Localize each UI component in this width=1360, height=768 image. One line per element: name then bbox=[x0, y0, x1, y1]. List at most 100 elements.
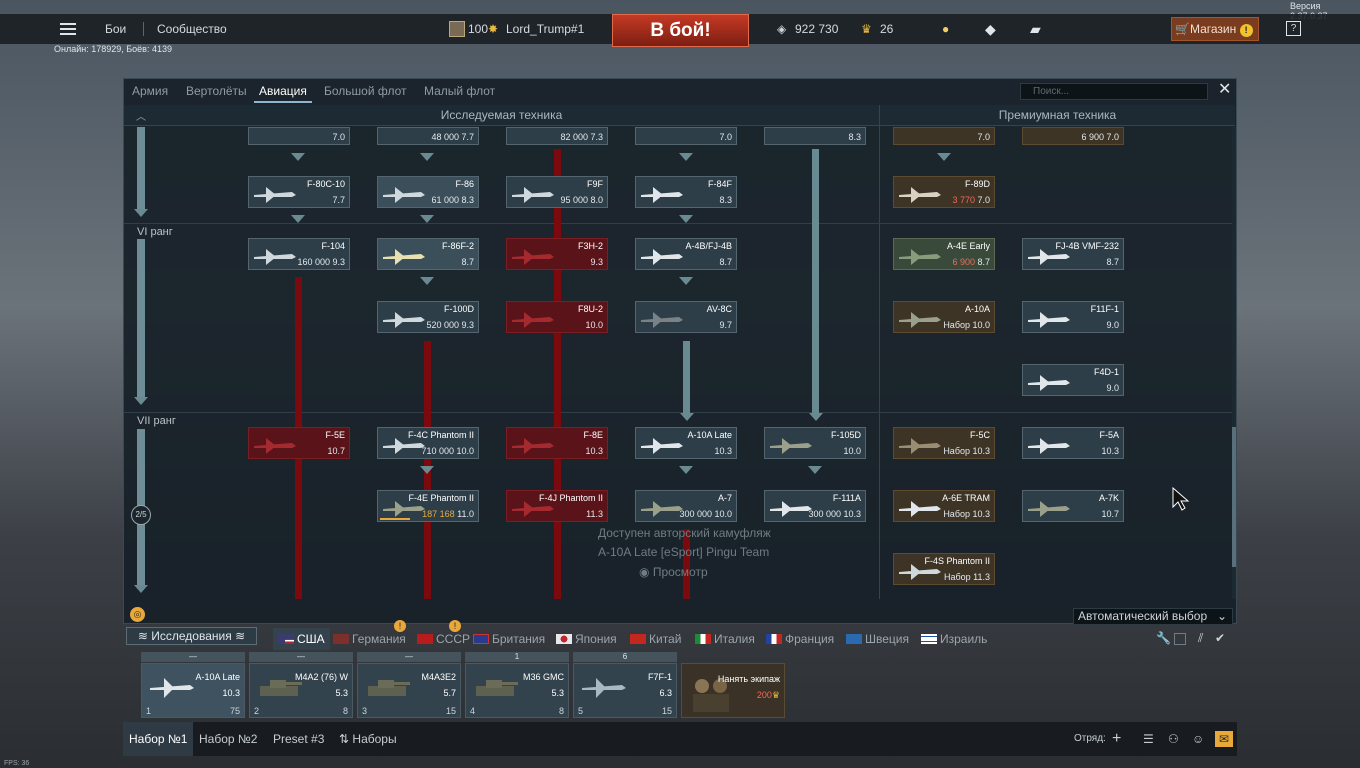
vehicle-card-f111a[interactable]: F-111A 300 000 10.3 bbox=[764, 490, 866, 522]
checkbox[interactable] bbox=[1174, 633, 1186, 645]
vehicle-card-f4d1[interactable]: F4D-1 9.0 bbox=[1022, 364, 1124, 396]
vehicle-card-f4s[interactable]: F-4S Phantom II Набор 11.3 bbox=[893, 553, 995, 585]
camo-view-link[interactable]: ◉ Просмотр bbox=[639, 565, 708, 579]
tab-coastal[interactable]: Малый флот bbox=[424, 79, 495, 103]
chat-icon[interactable]: ☺ bbox=[1192, 722, 1204, 756]
usa-flag-icon bbox=[278, 634, 294, 644]
vehicle-card[interactable]: 7.0 bbox=[248, 127, 350, 145]
vehicle-card[interactable]: 6 900 7.0 bbox=[1022, 127, 1124, 145]
vehicle-card-a10a[interactable]: A-10A Набор 10.0 bbox=[893, 301, 995, 333]
tab-army[interactable]: Армия bbox=[132, 79, 168, 103]
nation-germany[interactable]: Германия bbox=[333, 628, 406, 650]
vehicle-card-f89d[interactable]: F-89D 3 770 7.0 bbox=[893, 176, 995, 208]
vehicle-card-f4c[interactable]: F-4C Phantom II 710 000 10.0 bbox=[377, 427, 479, 459]
scrollbar[interactable] bbox=[1232, 127, 1236, 599]
vehicle-card-f5a[interactable]: F-5A 10.3 bbox=[1022, 427, 1124, 459]
lightbulb-icon[interactable]: ● bbox=[942, 14, 949, 44]
coupon-icon[interactable]: ▰ bbox=[1030, 14, 1041, 44]
vehicle-name: FJ-4B VMF-232 bbox=[1055, 241, 1119, 251]
nation-ussr[interactable]: СССР bbox=[417, 628, 470, 650]
crew-slot-2[interactable]: M4A2 (76) W 5.3 2 8 bbox=[249, 663, 353, 718]
add-squad-icon[interactable]: + bbox=[1112, 722, 1121, 756]
vehicle-card-f3h2[interactable]: F3H-2 9.3 bbox=[506, 238, 608, 270]
tab-bluewater[interactable]: Большой флот bbox=[324, 79, 407, 103]
hire-crew-slot[interactable]: Нанять экипаж 200♛ bbox=[681, 663, 785, 718]
auto-select-dropdown[interactable]: Автоматический выбор ⌄ bbox=[1073, 608, 1233, 625]
close-icon[interactable]: ✕ bbox=[1218, 82, 1234, 98]
vehicle-card-f5c[interactable]: F-5C Набор 10.3 bbox=[893, 427, 995, 459]
vehicle-card-f4e[interactable]: F-4E Phantom II 187 168 11.0 bbox=[377, 490, 479, 522]
vehicle-card-a10late[interactable]: A-10A Late 10.3 bbox=[635, 427, 737, 459]
presets-button[interactable]: ⇅ Наборы bbox=[339, 722, 397, 756]
battle-rating: 48 000 7.7 bbox=[431, 132, 474, 142]
nation-japan[interactable]: Япония bbox=[556, 628, 617, 650]
decals-icon[interactable]: ◆ bbox=[985, 14, 996, 44]
vehicle-card-f86f2[interactable]: F-86F-2 8.7 bbox=[377, 238, 479, 270]
nation-sweden[interactable]: Швеция bbox=[846, 628, 909, 650]
vehicle-card[interactable]: 7.0 bbox=[893, 127, 995, 145]
vehicle-name: F-111A bbox=[832, 493, 861, 503]
play-button[interactable]: В бой! bbox=[612, 14, 749, 47]
vehicle-card-f5e[interactable]: F-5E 10.7 bbox=[248, 427, 350, 459]
crew-slot-5[interactable]: F7F-1 6.3 5 15 bbox=[573, 663, 677, 718]
crew-slot-1[interactable]: A-10A Late 10.3 1 75 bbox=[141, 663, 245, 718]
vehicle-card-f104[interactable]: F-104 160 000 9.3 bbox=[248, 238, 350, 270]
vehicle-card-a4b[interactable]: A-4B/FJ-4B 8.7 bbox=[635, 238, 737, 270]
menu-icon[interactable] bbox=[60, 21, 76, 37]
vehicle-card-f80c[interactable]: F-80C-10 7.7 bbox=[248, 176, 350, 208]
nation-israel[interactable]: Израиль bbox=[921, 628, 987, 650]
preset-3[interactable]: Preset #3 bbox=[273, 722, 324, 756]
vehicle-card-f105d[interactable]: F-105D 10.0 bbox=[764, 427, 866, 459]
arrow-icon bbox=[679, 466, 693, 474]
vehicle-card-f9f[interactable]: F9F 95 000 8.0 bbox=[506, 176, 608, 208]
battles-link[interactable]: Бои bbox=[105, 14, 126, 44]
list-icon[interactable]: ☰ bbox=[1143, 722, 1154, 756]
nation-china[interactable]: Китай bbox=[630, 628, 681, 650]
medal-icon[interactable]: ◎ bbox=[130, 607, 145, 622]
contacts-icon[interactable]: ⚇ bbox=[1168, 722, 1179, 756]
nation-usa[interactable]: США bbox=[273, 628, 330, 650]
tab-helicopters[interactable]: Вертолёты bbox=[186, 79, 247, 103]
vehicle-card-a6e[interactable]: A-6E TRAM Набор 10.3 bbox=[893, 490, 995, 522]
crew-level: 8 bbox=[342, 706, 348, 716]
preset-2[interactable]: Набор №2 bbox=[199, 722, 257, 756]
vehicle-card-a7k[interactable]: A-7K 10.7 bbox=[1022, 490, 1124, 522]
battle-rating: Набор 10.3 bbox=[943, 446, 990, 456]
vehicle-card[interactable]: 7.0 bbox=[635, 127, 737, 145]
vehicle-card-f8u2[interactable]: F8U-2 10.0 bbox=[506, 301, 608, 333]
vehicle-card-f11f1[interactable]: F11F-1 9.0 bbox=[1022, 301, 1124, 333]
vehicle-card-av8c[interactable]: AV-8C 9.7 bbox=[635, 301, 737, 333]
preset-1[interactable]: Набор №1 bbox=[123, 722, 194, 756]
vehicle-card-f86[interactable]: F-86 61 000 8.3 bbox=[377, 176, 479, 208]
vehicle-card-f8e[interactable]: F-8E 10.3 bbox=[506, 427, 608, 459]
vehicle-card-f4j[interactable]: F-4J Phantom II 11.3 bbox=[506, 490, 608, 522]
crew-slot-4[interactable]: M36 GMC 5.3 4 8 bbox=[465, 663, 569, 718]
avatar[interactable] bbox=[449, 21, 465, 37]
nation-britain[interactable]: Британия bbox=[473, 628, 545, 650]
vehicle-card-f100d[interactable]: F-100D 520 000 9.3 bbox=[377, 301, 479, 333]
tab-aviation[interactable]: Авиация bbox=[254, 79, 312, 103]
vehicle-card[interactable]: 48 000 7.7 bbox=[377, 127, 479, 145]
nation-italy[interactable]: Италия bbox=[695, 628, 755, 650]
slot-battle-rating: 10.3 bbox=[222, 688, 240, 698]
vehicle-card[interactable]: 82 000 7.3 bbox=[506, 127, 608, 145]
repair-icon[interactable]: ⫽ bbox=[1198, 631, 1203, 646]
nation-france[interactable]: Франция bbox=[766, 628, 834, 650]
mail-icon[interactable]: ✉ bbox=[1215, 731, 1233, 747]
crew-slot-3[interactable]: M4A3E2 5.7 3 15 bbox=[357, 663, 461, 718]
vehicle-card-f84f[interactable]: F-84F 8.3 bbox=[635, 176, 737, 208]
slot-number: 3 bbox=[362, 706, 368, 716]
wrench-icon[interactable]: 🔧 bbox=[1156, 631, 1171, 645]
vehicle-card[interactable]: 8.3 bbox=[764, 127, 866, 145]
collapse-icon[interactable]: ︿ bbox=[136, 108, 146, 123]
vehicle-card-fj4b[interactable]: FJ-4B VMF-232 8.7 bbox=[1022, 238, 1124, 270]
check-icon[interactable]: ✔ bbox=[1215, 631, 1225, 645]
search-input[interactable]: Поиск... bbox=[1020, 83, 1208, 100]
help-icon[interactable]: ? bbox=[1286, 21, 1301, 36]
community-link[interactable]: Сообщество bbox=[157, 14, 227, 44]
hire-crew-cost: 200♛ bbox=[756, 690, 780, 700]
vehicle-card-a7[interactable]: A-7 300 000 10.0 bbox=[635, 490, 737, 522]
username[interactable]: Lord_Trump#1 bbox=[506, 14, 584, 44]
shop-button[interactable]: 🛒Магазин ! bbox=[1171, 17, 1259, 41]
vehicle-card-a4e[interactable]: A-4E Early 6 900 8.7 bbox=[893, 238, 995, 270]
